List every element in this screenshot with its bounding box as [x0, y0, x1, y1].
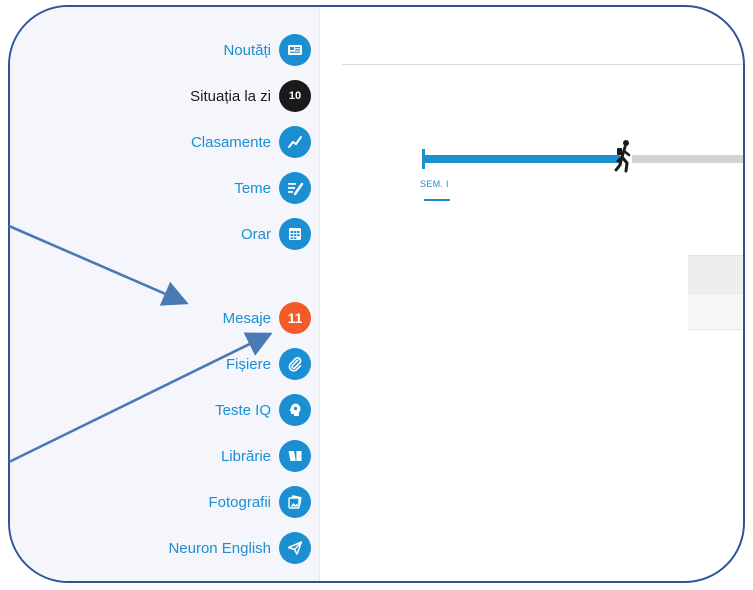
sidebar-item-orar[interactable]: Orar: [241, 217, 311, 251]
sidebar-item-label: Clasamente: [190, 133, 271, 151]
timeline-remaining-track: [632, 155, 743, 163]
homework-icon: [279, 172, 311, 204]
sidebar-item-label: Noutăți: [223, 41, 271, 59]
app-frame: Noutăți Situația la zi 10 Clasamente Tem…: [8, 5, 745, 583]
semester-tab-label[interactable]: SEM. I: [420, 179, 449, 189]
sidebar-item-label: Situația la zi: [190, 87, 271, 105]
messages-badge: 11: [279, 302, 311, 334]
grades-icon-text: 10: [288, 90, 302, 102]
book-icon: [279, 440, 311, 472]
sidebar-item-label: Teste IQ: [215, 401, 271, 419]
paper-plane-icon: [279, 532, 311, 564]
content-panel-row: [688, 295, 743, 330]
sidebar-item-noutati[interactable]: Noutăți: [223, 33, 311, 67]
sidebar-item-label: Librărie: [220, 447, 271, 465]
paperclip-icon: [279, 348, 311, 380]
sidebar-item-label: Orar: [241, 225, 271, 243]
header-divider: [342, 64, 743, 65]
semester-tab-underline: [424, 199, 450, 201]
timetable-icon: [279, 218, 311, 250]
sidebar-item-mesaje[interactable]: Mesaje 11: [223, 301, 311, 335]
sidebar-item-librarie[interactable]: Librărie: [221, 439, 311, 473]
news-icon: [279, 34, 311, 66]
sidebar-item-teme[interactable]: Teme: [234, 171, 311, 205]
timeline-progress-fill: [424, 155, 620, 163]
walking-person-icon: [614, 140, 631, 173]
photos-icon: [279, 486, 311, 518]
sidebar-item-label: Neuron English: [168, 539, 271, 557]
sidebar-item-situatia[interactable]: Situația la zi 10: [190, 79, 311, 113]
sidebar-item-fisiere[interactable]: Fișiere: [226, 347, 311, 381]
content-panel-header: [688, 255, 743, 296]
sidebar-item-label: Teme: [234, 179, 271, 197]
sidebar: Noutăți Situația la zi 10 Clasamente Tem…: [10, 7, 320, 581]
sidebar-item-clasamente[interactable]: Clasamente: [191, 125, 311, 159]
sidebar-item-label: Mesaje: [222, 309, 271, 327]
sidebar-item-neuron-english[interactable]: Neuron English: [168, 531, 311, 565]
grades-icon: 10: [279, 80, 311, 112]
trend-chart-icon: [279, 126, 311, 158]
sidebar-item-teste-iq[interactable]: Teste IQ: [215, 393, 311, 427]
sidebar-item-label: Fotografii: [208, 493, 271, 511]
sidebar-item-fotografii[interactable]: Fotografii: [208, 485, 311, 519]
main-content: SEM. I: [320, 7, 743, 581]
brain-icon: [279, 394, 311, 426]
sidebar-item-label: Fișiere: [225, 355, 271, 373]
